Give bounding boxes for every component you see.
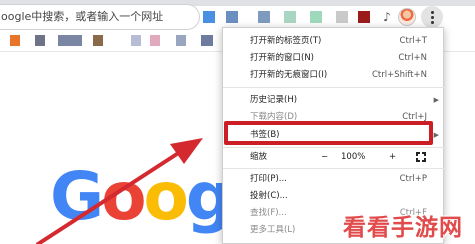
watermark: 看看手游网 (343, 215, 463, 241)
